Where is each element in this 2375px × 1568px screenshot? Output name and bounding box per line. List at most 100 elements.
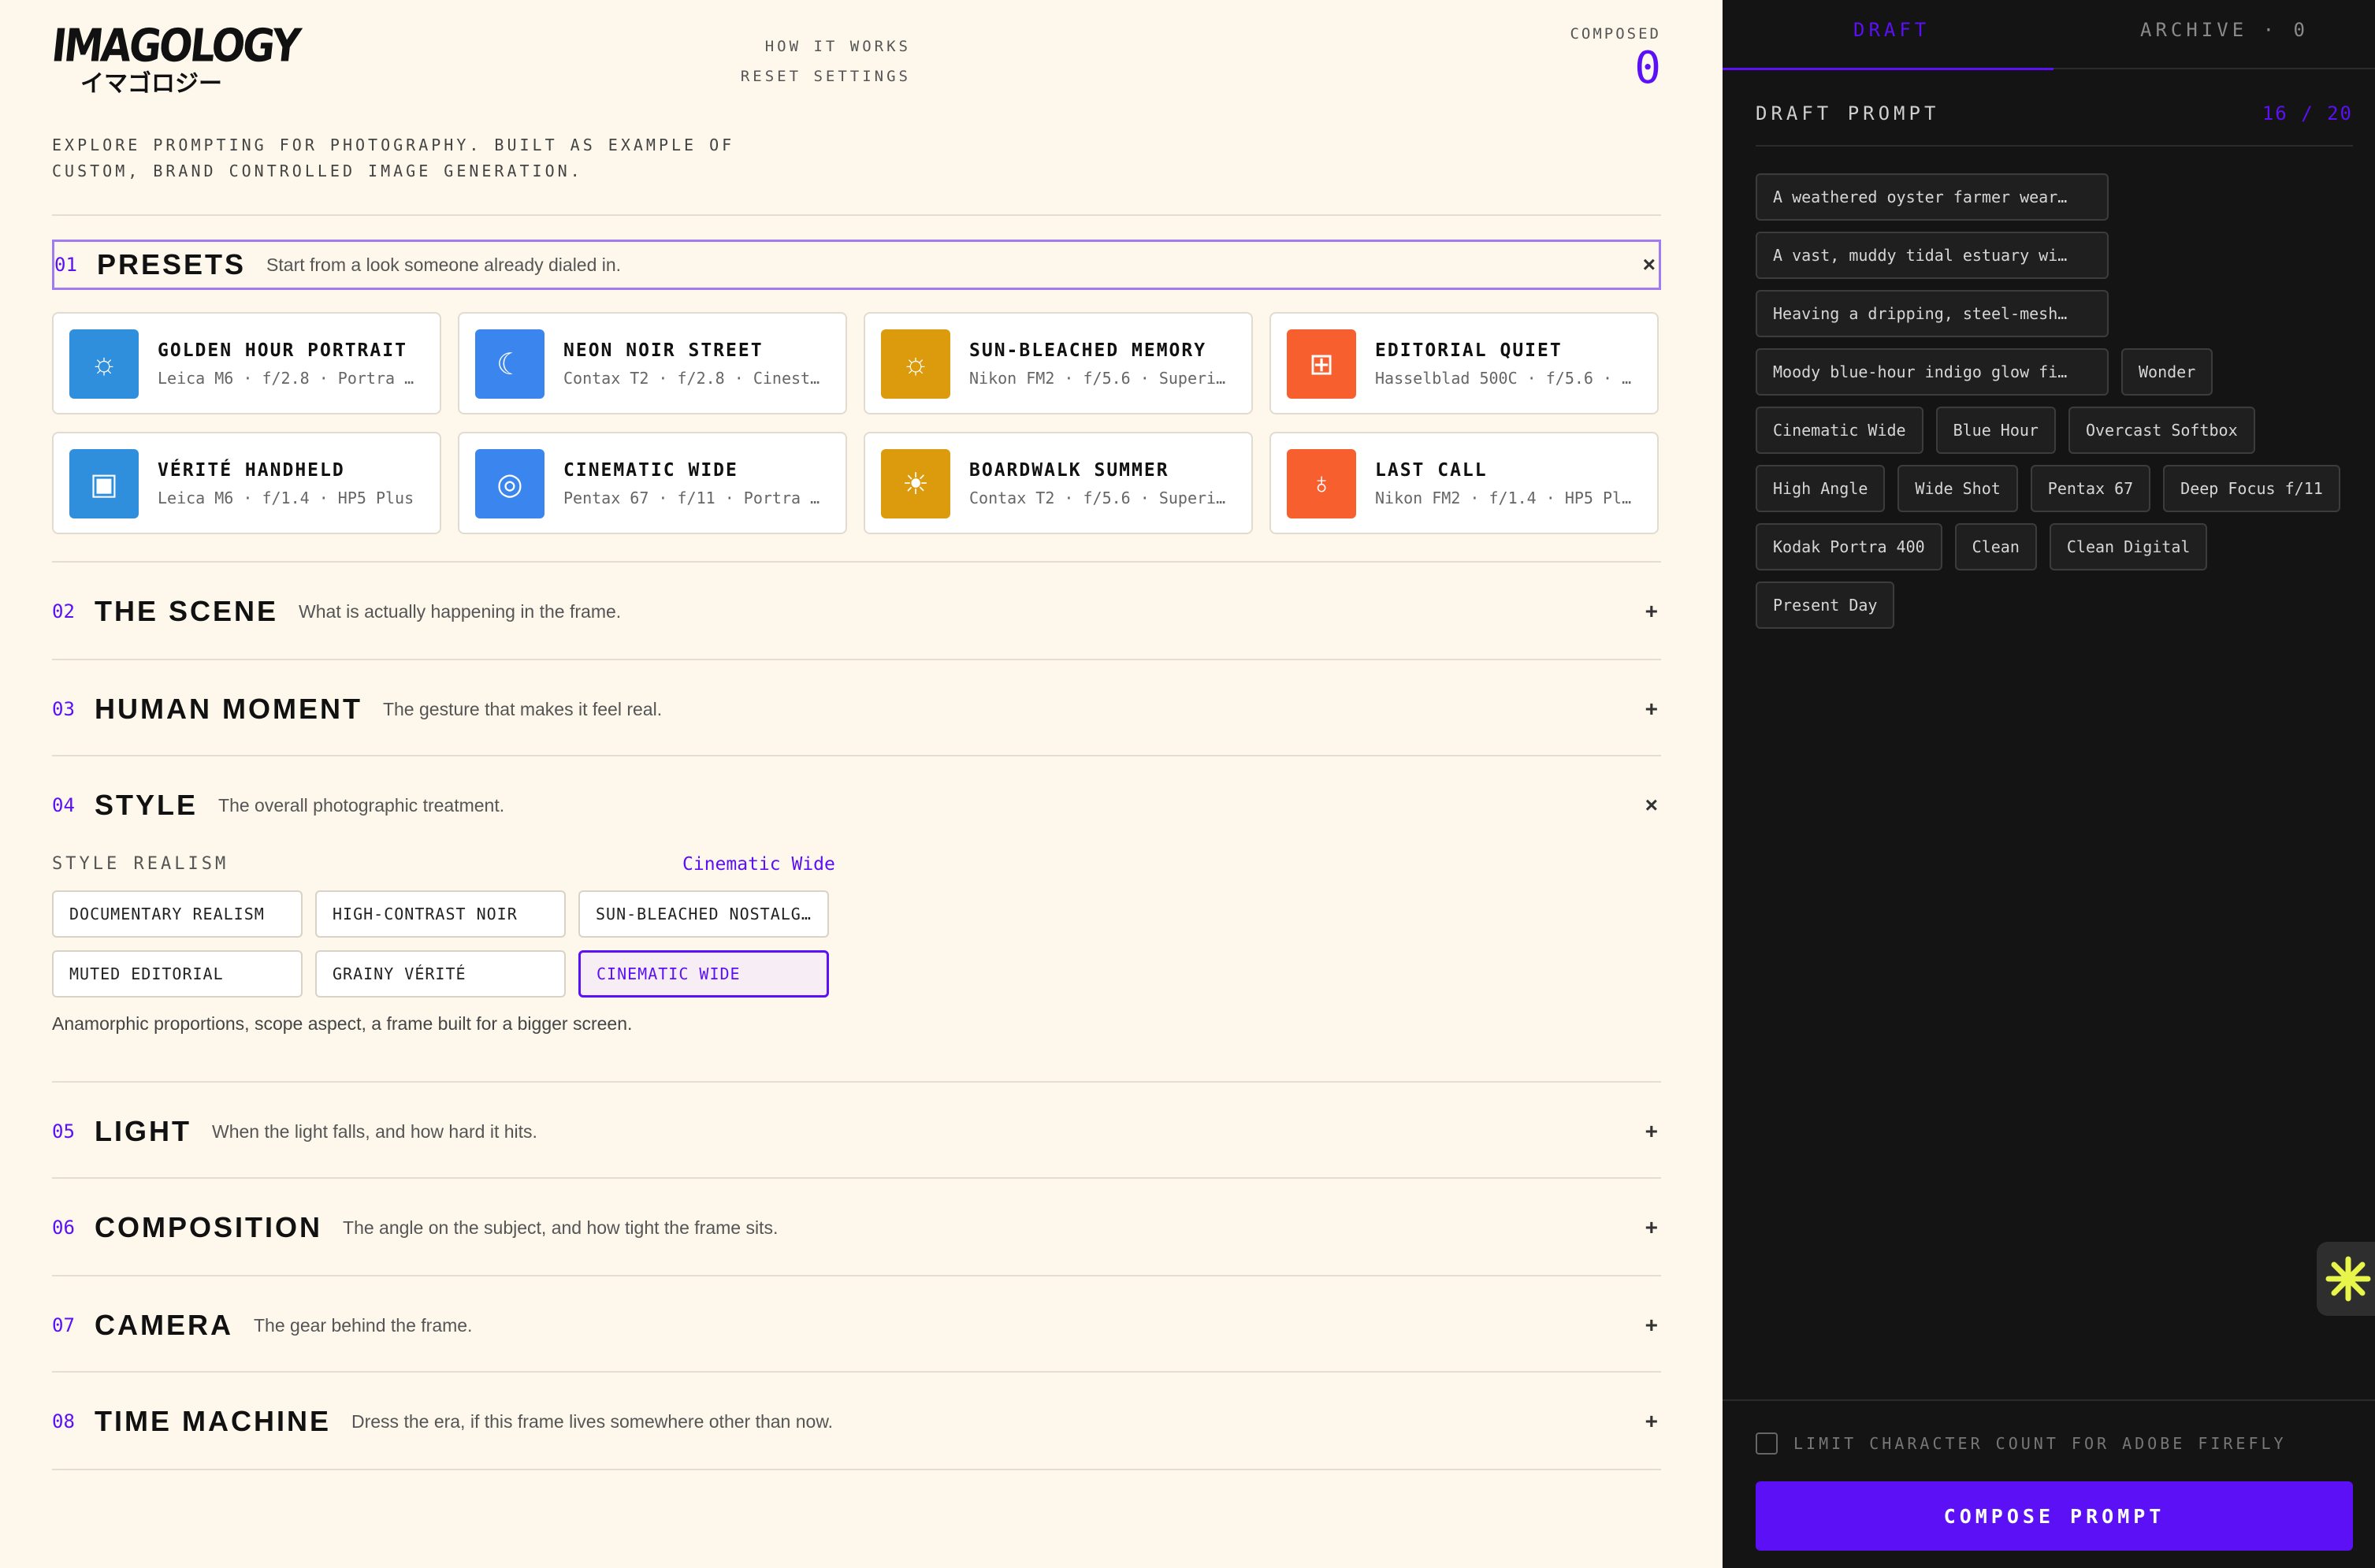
- option-grainy-verite[interactable]: GRAINY VÉRITÉ: [315, 950, 566, 998]
- expand-icon[interactable]: +: [1645, 599, 1658, 624]
- chip-label: A vast, muddy tidal estuary wi…: [1773, 246, 2068, 265]
- preset-card[interactable]: ☼ SUN-BLEACHED MEMORY Nikon FM2 · f/5.6 · …: [864, 312, 1253, 414]
- preset-card[interactable]: ♁ LAST CALL Nikon FM2 · f/1.4 · HP5 Pl…: [1269, 432, 1659, 534]
- section-title: THE SCENE: [95, 595, 279, 627]
- prompt-chip[interactable]: Cinematic Wide: [1756, 407, 1923, 454]
- divider: [52, 214, 1661, 216]
- imagology-logo[interactable]: IMAGOLOGY イマゴロジー: [49, 20, 300, 112]
- chip-label: A weathered oyster farmer wear…: [1773, 188, 2068, 206]
- draft-prompt-count: 16 / 20: [2262, 102, 2353, 124]
- section-human-moment-header[interactable]: 03 HUMAN MOMENT The gesture that makes i…: [52, 684, 1661, 734]
- section-subtitle: What is actually happening in the frame.: [299, 600, 622, 622]
- section-scene-header[interactable]: 02 THE SCENE What is actually happening …: [52, 586, 1661, 637]
- divider: [52, 755, 1661, 756]
- tab-archive[interactable]: ARCHIVE · 0: [2140, 19, 2309, 41]
- prompt-chip[interactable]: Overcast Softbox: [2068, 407, 2255, 454]
- prompt-chip[interactable]: Clean Digital: [2049, 523, 2208, 570]
- film-icon: ▣: [69, 449, 139, 518]
- collapse-icon[interactable]: ×: [1643, 252, 1656, 277]
- divider: [1756, 145, 2353, 147]
- section-index: 08: [52, 1410, 75, 1432]
- expand-icon[interactable]: +: [1645, 1409, 1658, 1434]
- chip-label: Present Day: [1773, 596, 1878, 615]
- prompt-chip[interactable]: Wide Shot: [1897, 465, 2018, 512]
- logo-wordmark: IMAGOLOGY: [49, 19, 301, 72]
- option-sun-bleached-nostalgia[interactable]: SUN-BLEACHED NOSTALG…: [578, 890, 829, 938]
- expand-icon[interactable]: +: [1645, 697, 1658, 722]
- section-time-machine-header[interactable]: 08 TIME MACHINE Dress the era, if this f…: [52, 1396, 1661, 1447]
- section-camera-header[interactable]: 07 CAMERA The gear behind the frame. +: [52, 1300, 1661, 1351]
- preset-name: GOLDEN HOUR PORTRAIT: [158, 340, 407, 361]
- preset-card[interactable]: ◎ CINEMATIC WIDE Pentax 67 · f/11 · Portra…: [458, 432, 847, 534]
- prompt-chip[interactable]: A weathered oyster farmer wear…: [1756, 173, 2109, 221]
- compose-prompt-button[interactable]: COMPOSE PROMPT: [1756, 1481, 2353, 1551]
- composed-counter: COMPOSED 0: [1563, 25, 1661, 95]
- how-it-works-link[interactable]: HOW IT WORKS: [741, 32, 911, 61]
- option-muted-editorial[interactable]: MUTED EDITORIAL: [52, 950, 303, 998]
- section-subtitle: Dress the era, if this frame lives somew…: [351, 1410, 834, 1432]
- assistant-launcher[interactable]: [2317, 1242, 2375, 1316]
- section-style-header[interactable]: 04 STYLE The overall photographic treatm…: [52, 780, 1661, 830]
- prompt-chip[interactable]: Deep Focus f/11: [2163, 465, 2340, 512]
- main-content: IMAGOLOGY イマゴロジー EXPLORE PROMPTING FOR P…: [0, 0, 1723, 1568]
- option-label: DOCUMENTARY REALISM: [69, 905, 265, 923]
- expand-icon[interactable]: +: [1645, 1313, 1658, 1338]
- section-composition-header[interactable]: 06 COMPOSITION The angle on the subject,…: [52, 1202, 1661, 1253]
- option-high-contrast-noir[interactable]: HIGH-CONTRAST NOIR: [315, 890, 566, 938]
- prompt-chip[interactable]: Heaving a dripping, steel-mesh…: [1756, 290, 2109, 337]
- preset-card[interactable]: ☾ NEON NOIR STREET Contax T2 · f/2.8 · Cin…: [458, 312, 847, 414]
- option-cinematic-wide[interactable]: CINEMATIC WIDE: [578, 950, 829, 998]
- section-subtitle: Start from a look someone already dialed…: [266, 254, 622, 275]
- chip-label: Wide Shot: [1915, 479, 2001, 498]
- prompt-chip[interactable]: Moody blue-hour indigo glow fi…: [1756, 348, 2109, 396]
- limit-checkbox[interactable]: [1756, 1432, 1778, 1455]
- section-index: 04: [52, 794, 75, 816]
- style-realism-label: STYLE REALISM: [52, 854, 229, 874]
- section-subtitle: The gesture that makes it feel real.: [382, 698, 663, 719]
- preset-card[interactable]: ☼ GOLDEN HOUR PORTRAIT Leica M6 · f/2.8 · …: [52, 312, 441, 414]
- prompt-chip[interactable]: Wonder: [2121, 348, 2213, 396]
- prompt-chip[interactable]: Pentax 67: [2030, 465, 2151, 512]
- preset-name: VÉRITÉ HANDHELD: [158, 460, 345, 481]
- chip-label: Kodak Portra 400: [1773, 537, 1925, 556]
- divider: [52, 1275, 1661, 1276]
- section-title: CAMERA: [95, 1309, 233, 1341]
- tab-draft[interactable]: DRAFT: [1853, 19, 1930, 41]
- prompt-chip[interactable]: High Angle: [1756, 465, 1886, 512]
- section-subtitle: When the light falls, and how hard it hi…: [211, 1120, 537, 1142]
- preset-card[interactable]: ▣ VÉRITÉ HANDHELD Leica M6 · f/1.4 · HP5 P…: [52, 432, 441, 534]
- sun-icon: ☼: [881, 329, 950, 399]
- section-presets-header[interactable]: 01 PRESETS Start from a look someone alr…: [52, 240, 1661, 290]
- section-light-header[interactable]: 05 LIGHT When the light falls, and how h…: [52, 1106, 1661, 1157]
- sun-icon: ☼: [69, 329, 139, 399]
- preset-card[interactable]: ☀ BOARDWALK SUMMER Contax T2 · f/5.6 · Sup…: [864, 432, 1253, 534]
- section-index: 03: [52, 698, 75, 720]
- chip-label: Cinematic Wide: [1773, 421, 1906, 440]
- expand-icon[interactable]: +: [1645, 1215, 1658, 1240]
- prompt-chip[interactable]: A vast, muddy tidal estuary wi…: [1756, 232, 2109, 279]
- chip-label: Heaving a dripping, steel-mesh…: [1773, 304, 2068, 323]
- collapse-icon[interactable]: ×: [1645, 793, 1658, 818]
- section-title: TIME MACHINE: [95, 1405, 331, 1437]
- divider: [52, 1371, 1661, 1373]
- preset-meta: Leica M6 · f/2.8 · Portra …: [158, 369, 414, 388]
- draft-panel: DRAFT ARCHIVE · 0 DRAFT PROMPT 16 / 20 A…: [1723, 0, 2375, 1568]
- section-title: STYLE: [95, 789, 199, 821]
- option-documentary-realism[interactable]: DOCUMENTARY REALISM: [52, 890, 303, 938]
- prompt-chip[interactable]: Kodak Portra 400: [1756, 523, 1942, 570]
- expand-icon[interactable]: +: [1645, 1119, 1658, 1144]
- preset-name: EDITORIAL QUIET: [1375, 340, 1563, 361]
- section-title: LIGHT: [95, 1115, 191, 1147]
- preset-card[interactable]: ⊞ EDITORIAL QUIET Hasselblad 500C · f/5.6 …: [1269, 312, 1659, 414]
- prompt-chip[interactable]: Present Day: [1756, 581, 1895, 629]
- prompt-chip[interactable]: Clean: [1954, 523, 2037, 570]
- section-title: COMPOSITION: [95, 1211, 323, 1243]
- option-label: HIGH-CONTRAST NOIR: [333, 905, 518, 923]
- reset-settings-link[interactable]: RESET SETTINGS: [741, 61, 911, 91]
- prompt-chip[interactable]: Blue Hour: [1935, 407, 2056, 454]
- chip-label: High Angle: [1773, 479, 1868, 498]
- preset-meta: Nikon FM2 · f/5.6 · Superi…: [969, 369, 1226, 388]
- divider: [52, 659, 1661, 660]
- option-label: MUTED EDITORIAL: [69, 964, 224, 983]
- limit-firefly-toggle[interactable]: LIMIT CHARACTER COUNT FOR ADOBE FIREFLY: [1756, 1432, 2287, 1455]
